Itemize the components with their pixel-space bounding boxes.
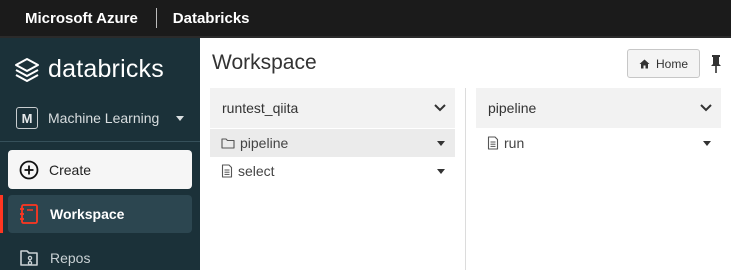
persona-switcher[interactable]: M Machine Learning	[16, 106, 188, 130]
list-item[interactable]: run	[476, 129, 721, 157]
home-icon	[639, 59, 650, 69]
plus-circle-icon	[19, 160, 39, 180]
product-label: Databricks	[172, 9, 250, 27]
top-bar: Microsoft Azure Databricks	[0, 0, 731, 36]
sidebar-item-workspace[interactable]: Workspace	[8, 195, 192, 233]
databricks-logo-icon	[15, 57, 39, 82]
column-header-label: runtest_qiita	[222, 100, 299, 116]
main-panel: Workspace Home runtest_qiita pipeline se…	[200, 38, 731, 270]
databricks-logo[interactable]: databricks	[14, 55, 164, 84]
active-nav-indicator	[0, 195, 3, 233]
sidebar-item-repos[interactable]: Repos	[8, 239, 192, 277]
pin-icon[interactable]	[709, 54, 723, 74]
column-header[interactable]: pipeline	[476, 88, 721, 128]
caret-down-icon	[176, 115, 184, 121]
repos-icon	[18, 247, 40, 269]
sidebar: databricks M Machine Learning Create Wor…	[0, 38, 200, 270]
home-label: Home	[655, 56, 688, 71]
workspace-column-left: runtest_qiita pipeline select	[210, 88, 455, 270]
notebook-icon	[487, 136, 499, 150]
workspace-column-right: pipeline run	[476, 88, 721, 270]
list-item[interactable]: pipeline	[210, 129, 455, 157]
sidebar-item-repos-label: Repos	[50, 250, 91, 266]
caret-down-icon[interactable]	[703, 140, 711, 146]
persona-label: Machine Learning	[48, 110, 160, 126]
create-label: Create	[49, 161, 92, 178]
sidebar-divider	[0, 141, 200, 142]
brand-label[interactable]: Microsoft Azure	[0, 10, 138, 27]
list-item-label: select	[238, 163, 275, 179]
list-item-label: run	[504, 135, 525, 151]
column-header[interactable]: runtest_qiita	[210, 88, 455, 128]
chevron-down-icon[interactable]	[700, 104, 712, 112]
workspace-icon	[18, 203, 40, 225]
page-title: Workspace	[212, 51, 317, 74]
column-header-label: pipeline	[488, 100, 537, 116]
topbar-separator	[155, 8, 157, 28]
create-button[interactable]: Create	[8, 150, 192, 189]
persona-badge: M	[16, 107, 38, 129]
caret-down-icon[interactable]	[437, 140, 445, 146]
caret-down-icon[interactable]	[437, 168, 445, 174]
logo-text: databricks	[48, 55, 164, 83]
column-divider[interactable]	[465, 88, 466, 270]
sidebar-item-workspace-label: Workspace	[50, 206, 125, 222]
folder-icon	[221, 137, 235, 149]
chevron-down-icon[interactable]	[434, 104, 446, 112]
home-button[interactable]: Home	[627, 49, 700, 78]
list-item-label: pipeline	[240, 135, 289, 151]
notebook-icon	[221, 164, 233, 178]
list-item[interactable]: select	[210, 157, 455, 185]
